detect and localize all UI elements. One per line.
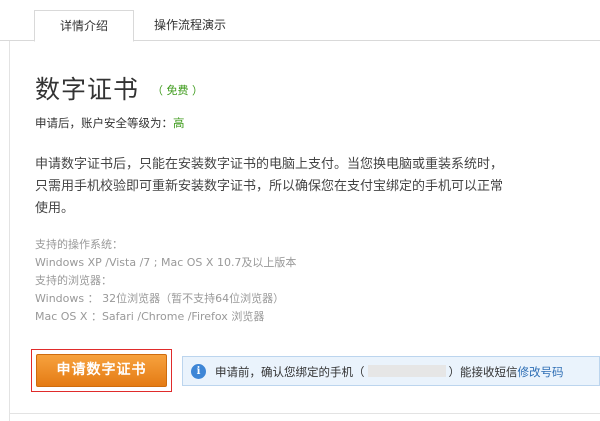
modify-number-link[interactable]: 修改号码: [518, 365, 564, 379]
security-level-label: 申请后，账户安全等级为：: [35, 116, 173, 130]
price-badge: （ 免费 ）: [152, 84, 203, 97]
windows-browsers: Windows ： 32位浏览器（暂不支持64位浏览器）: [35, 292, 285, 305]
os-value: Windows XP /Vista /7 ; Mac OS X 10.7及以上版…: [35, 256, 297, 269]
apply-button-highlight: 申请数字证书: [31, 349, 172, 392]
page-title: 数字证书: [35, 75, 140, 104]
apply-certificate-button[interactable]: 申请数字证书: [36, 354, 167, 387]
bottom-divider: [9, 413, 600, 414]
mac-browsers: Mac OS X ：Safari /Chrome /Firefox 浏览器: [35, 310, 265, 323]
notice-text-after: ）能接收短信: [448, 365, 518, 379]
phone-notice: i 申请前，确认您绑定的手机（ ）能接收短信修改号码: [182, 356, 600, 386]
notice-text-before: 申请前，确认您绑定的手机（: [215, 365, 365, 379]
os-label: 支持的操作系统：: [35, 238, 123, 251]
info-icon: i: [191, 364, 206, 379]
masked-phone-number: [367, 365, 446, 377]
tab-bar: 详情介绍 操作流程演示: [0, 0, 600, 42]
security-level-value: 高: [173, 116, 185, 130]
tab-process-demo[interactable]: 操作流程演示: [140, 10, 240, 42]
browser-label: 支持的浏览器：: [35, 274, 112, 287]
description-text: 申请数字证书后，只能在安装数字证书的电脑上支付。当您换电脑或重装系统时，只需用手…: [35, 157, 504, 216]
security-level: 申请后，账户安全等级为：高: [35, 115, 185, 131]
tab-details[interactable]: 详情介绍: [34, 10, 134, 42]
notice-text: 申请前，确认您绑定的手机（ ）能接收短信修改号码: [215, 364, 564, 380]
